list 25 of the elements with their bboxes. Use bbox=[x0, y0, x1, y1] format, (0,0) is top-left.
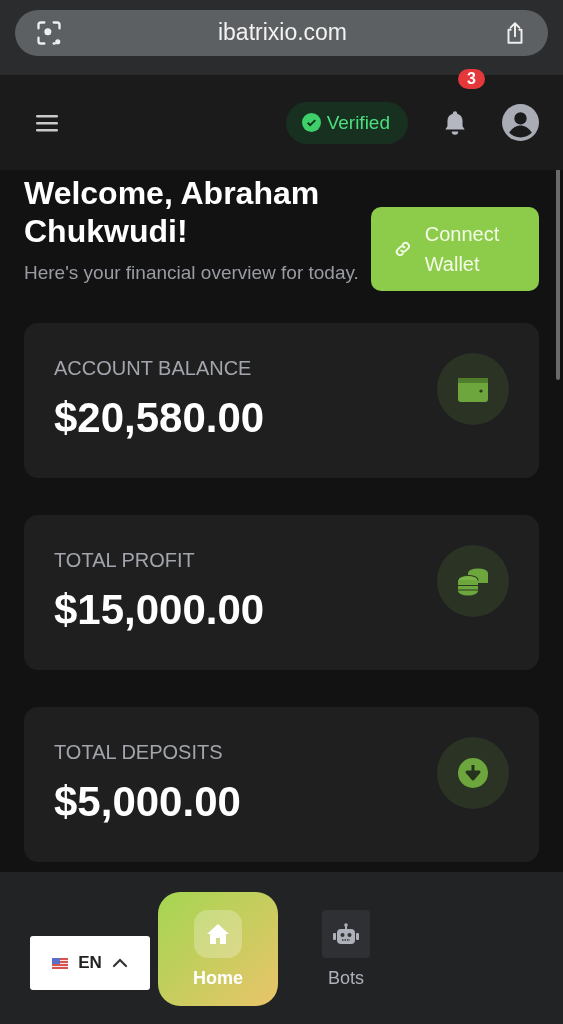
check-icon bbox=[301, 113, 321, 132]
menu-icon[interactable] bbox=[36, 113, 58, 132]
address-bar[interactable]: ibatrixio.com bbox=[15, 9, 548, 56]
stat-value: $20,580.00 bbox=[54, 394, 266, 442]
coins-icon bbox=[456, 566, 490, 596]
language-selector[interactable]: EN bbox=[30, 936, 150, 990]
stat-label: ACCOUNT BALANCE bbox=[54, 357, 253, 380]
nav-tab[interactable]: Bots bbox=[286, 892, 406, 1006]
wallet-icon bbox=[457, 375, 489, 403]
caret-up-icon bbox=[111, 958, 128, 968]
verified-label: Verified bbox=[326, 111, 390, 134]
stat-value: $5,000.00 bbox=[54, 778, 242, 826]
welcome-subtitle: Here's your financial overview for today. bbox=[24, 261, 360, 285]
url-text: ibatrixio.com bbox=[216, 19, 349, 46]
scrollbar[interactable] bbox=[556, 170, 560, 380]
welcome-title: Welcome, Abraham Chukwudi! bbox=[24, 174, 321, 250]
camera-search-icon[interactable] bbox=[35, 18, 63, 47]
stat-label: TOTAL PROFIT bbox=[54, 549, 196, 572]
stat-value: $15,000.00 bbox=[54, 586, 266, 634]
flag-icon bbox=[52, 957, 69, 969]
stat-label: TOTAL DEPOSITS bbox=[54, 741, 224, 764]
avatar-icon[interactable] bbox=[502, 104, 539, 141]
robot-icon bbox=[333, 923, 359, 945]
download-icon bbox=[458, 758, 488, 788]
home-icon bbox=[206, 923, 230, 945]
